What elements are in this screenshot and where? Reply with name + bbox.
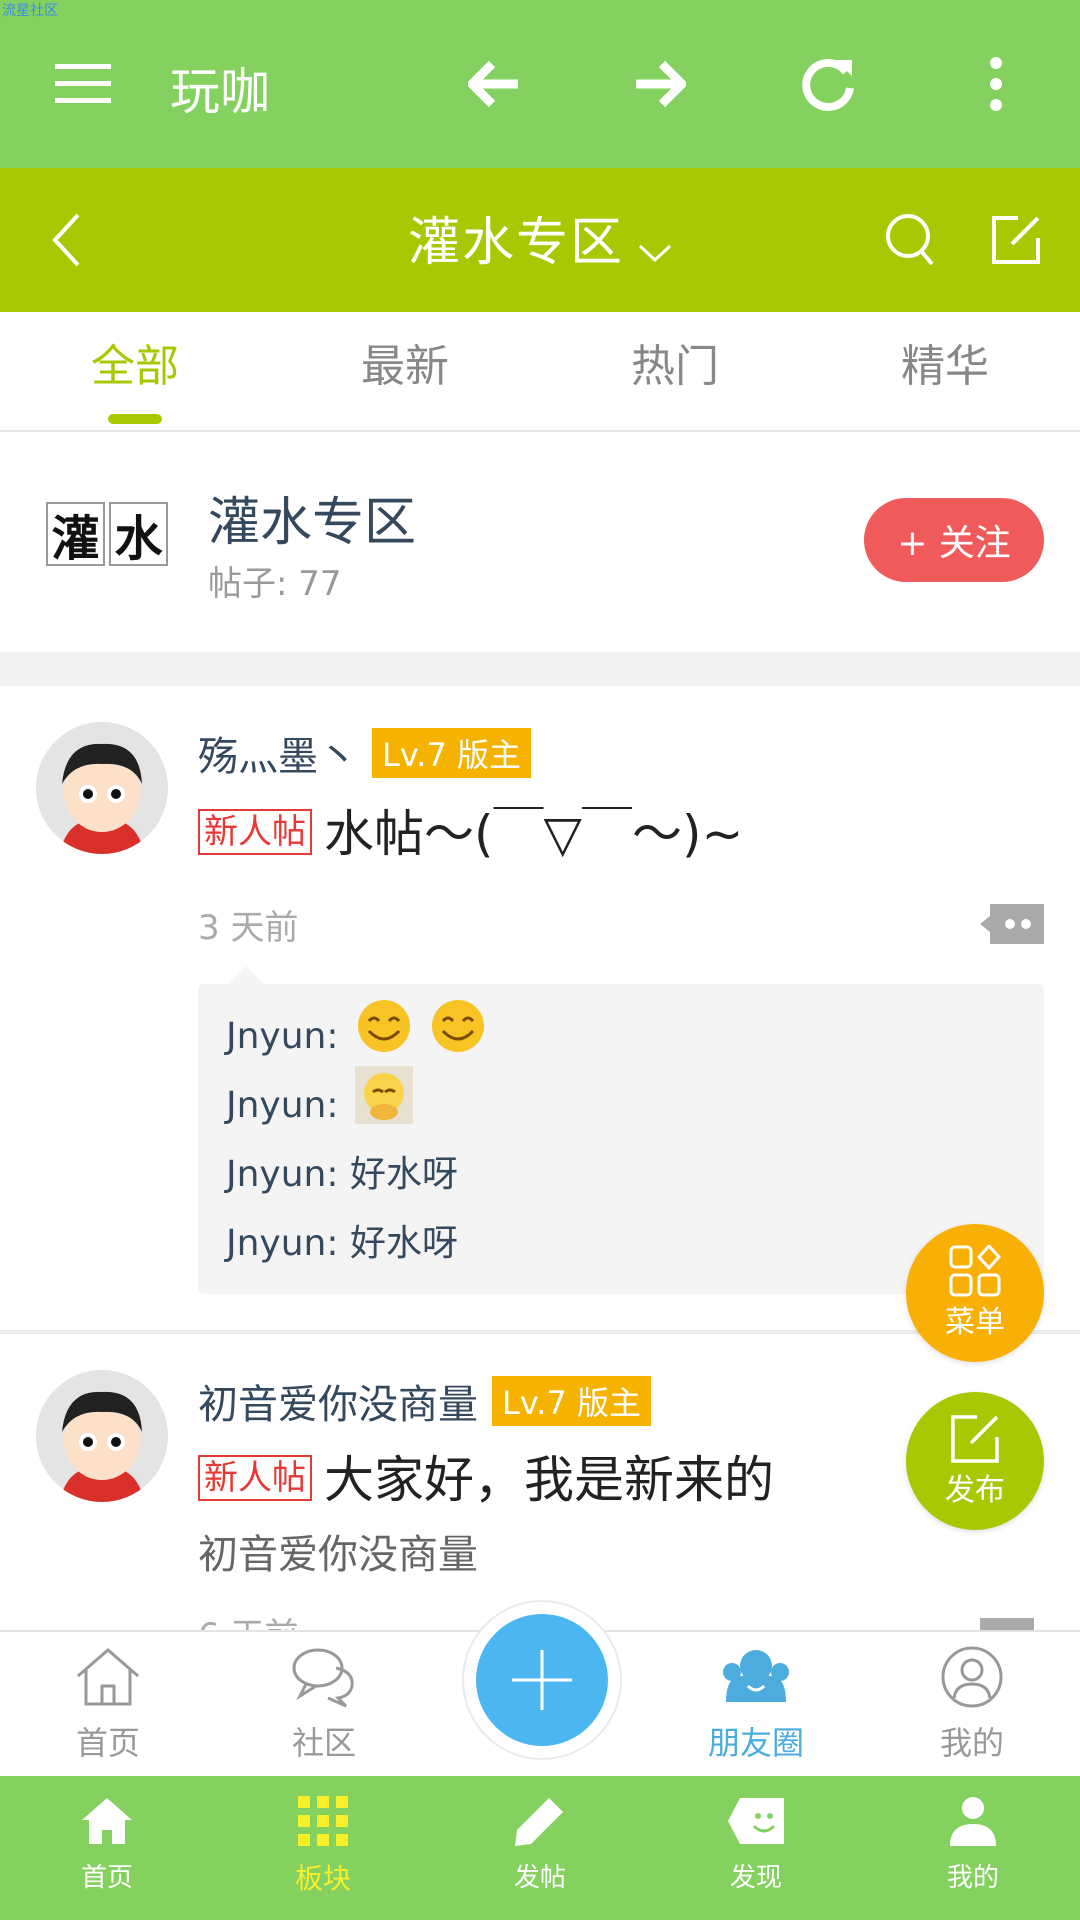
avatar[interactable]	[36, 722, 168, 854]
tab-bar: 全部 最新 热门 精华	[0, 312, 1080, 432]
comment-text: 好水呀	[349, 1153, 458, 1195]
chat-bubbles-icon	[292, 1648, 354, 1708]
comment-row: Jnyun:	[226, 999, 1044, 1071]
plus-icon	[512, 1650, 572, 1710]
publish-icon	[951, 1415, 999, 1463]
publish-fab-label: 发布	[945, 1473, 1005, 1508]
comment-user: Jnyun:	[226, 1222, 339, 1264]
menu-icon[interactable]	[50, 50, 118, 118]
tab-latest[interactable]: 最新	[270, 312, 540, 430]
app-bar: 玩咖	[0, 0, 1080, 168]
comment-icon[interactable]	[980, 1618, 1034, 1630]
inner-nav-community[interactable]: 社区	[254, 1646, 394, 1764]
nav-mine-label: 我的	[946, 1863, 999, 1893]
post-count: 帖子: 77	[208, 564, 342, 604]
inner-nav-mine-label: 我的	[939, 1724, 1004, 1762]
author-name: 殇灬墨丶	[198, 734, 358, 780]
friends-icon	[723, 1650, 789, 1702]
shy-emoji-icon	[354, 1065, 413, 1146]
tab-all-label: 全部	[91, 341, 179, 392]
forum-logo: 灌 水	[46, 502, 168, 567]
inner-nav-mine[interactable]: 我的	[902, 1646, 1042, 1764]
back-arrow-icon[interactable]	[460, 50, 528, 118]
avatar[interactable]	[36, 1370, 168, 1502]
nav-mine[interactable]: 我的	[898, 1796, 1048, 1894]
pencil-icon	[515, 1798, 563, 1846]
tab-hot[interactable]: 热门	[540, 312, 810, 430]
nav-post[interactable]: 发帖	[465, 1796, 615, 1894]
comment-text: 好水呀	[349, 1222, 458, 1264]
grid-icon	[298, 1796, 348, 1846]
grid-menu-icon	[949, 1245, 1001, 1297]
comment-row: Jnyun:	[226, 1065, 1044, 1140]
nav-discover-label: 发现	[729, 1863, 782, 1893]
forum-title-text: 灌水专区	[407, 213, 624, 273]
menu-fab[interactable]: 菜单	[906, 1224, 1044, 1362]
inner-nav-home[interactable]: 首页	[38, 1646, 178, 1764]
post-author[interactable]: 殇灬墨丶 Lv.7 版主	[198, 724, 531, 782]
section-gap	[0, 652, 1080, 686]
bottom-nav: 首页 板块 发帖 发现 我的	[0, 1776, 1080, 1920]
chevron-down-icon	[638, 216, 672, 276]
post-author[interactable]: 初音爱你没商量 Lv.7 版主	[198, 1372, 651, 1430]
home-outline-icon	[77, 1648, 139, 1706]
comment-user: Jnyun:	[226, 1015, 339, 1057]
comment-user: Jnyun:	[226, 1153, 339, 1195]
level-badge: Lv.7 版主	[492, 1376, 651, 1426]
post-excerpt: 初音爱你没商量	[198, 1532, 478, 1578]
tab-latest-label: 最新	[361, 341, 449, 392]
post-time: 6 天前	[198, 1608, 298, 1630]
smile-emoji-icon	[355, 997, 413, 1077]
discover-tag-icon	[728, 1798, 784, 1844]
nav-sections-label: 板块	[294, 1862, 351, 1895]
forward-arrow-icon[interactable]	[626, 50, 694, 118]
post-title-text: 水帖～(￣▽￣～)~	[324, 805, 744, 863]
comment-row: Jnyun: 好水呀	[226, 1140, 1044, 1209]
forum-logo-char: 灌	[46, 502, 105, 567]
nav-discover[interactable]: 发现	[681, 1796, 831, 1894]
forum-name: 灌水专区	[208, 493, 417, 553]
center-add-button[interactable]	[476, 1614, 608, 1746]
level-badge: Lv.7 版主	[372, 728, 531, 778]
nav-sections[interactable]: 板块	[248, 1796, 398, 1897]
post-title[interactable]: 新人帖 水帖～(￣▽￣～)~	[198, 794, 743, 866]
inner-nav-moments-label: 朋友圈	[707, 1724, 804, 1762]
tab-featured[interactable]: 精华	[810, 312, 1080, 430]
post-title[interactable]: 新人帖 大家好，我是新来的	[198, 1440, 774, 1512]
inner-nav-home-label: 首页	[75, 1724, 140, 1762]
author-name: 初音爱你没商量	[198, 1382, 478, 1428]
inner-nav-moments[interactable]: 朋友圈	[686, 1646, 826, 1764]
nav-home[interactable]: 首页	[32, 1796, 182, 1894]
refresh-icon[interactable]	[794, 50, 862, 118]
more-vertical-icon[interactable]	[962, 50, 1030, 118]
person-icon	[950, 1797, 996, 1846]
follow-button[interactable]: + 关注	[864, 498, 1044, 582]
comment-preview[interactable]: Jnyun: Jnyun: Jnyun: 好水呀 Jnyun: 好水呀	[198, 966, 1044, 1294]
forum-title[interactable]: 灌水专区	[0, 200, 1080, 276]
forum-logo-char: 水	[109, 502, 168, 567]
nav-post-label: 发帖	[513, 1863, 566, 1893]
smile-emoji-icon	[429, 997, 487, 1077]
nav-home-label: 首页	[80, 1863, 133, 1893]
publish-fab[interactable]: 发布	[906, 1392, 1044, 1530]
menu-fab-label: 菜单	[945, 1305, 1005, 1340]
inner-nav-community-label: 社区	[291, 1724, 356, 1762]
app-title: 玩咖	[170, 63, 270, 121]
watermark: 流星社区	[2, 3, 58, 19]
home-icon	[82, 1798, 132, 1844]
post-title-text: 大家好，我是新来的	[324, 1451, 774, 1509]
comment-user: Jnyun:	[226, 1084, 339, 1126]
comment-icon[interactable]	[980, 904, 1044, 948]
forum-info: 灌 水 灌水专区 帖子: 77 + 关注	[0, 432, 1080, 652]
tab-all[interactable]: 全部	[0, 312, 270, 430]
tab-featured-label: 精华	[901, 341, 989, 392]
post-time: 3 天前	[198, 908, 299, 948]
active-tab-indicator	[108, 414, 162, 424]
tab-hot-label: 热门	[631, 341, 719, 392]
new-post-tag: 新人帖	[198, 809, 312, 855]
profile-outline-icon	[941, 1646, 1003, 1708]
new-post-tag: 新人帖	[198, 1455, 312, 1501]
